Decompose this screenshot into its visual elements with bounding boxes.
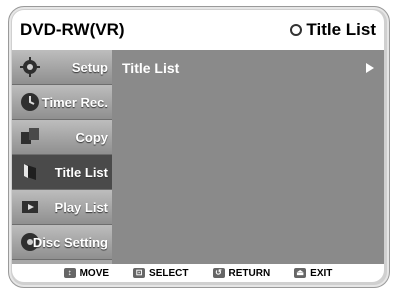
footer-return-label: RETURN bbox=[228, 267, 271, 279]
main-title-list[interactable]: Title List bbox=[122, 60, 179, 76]
sidebar-item-title-list[interactable]: Title List bbox=[12, 155, 112, 190]
gear-icon bbox=[20, 57, 40, 77]
sidebar-item-timer-rec[interactable]: Timer Rec. bbox=[12, 85, 112, 120]
sidebar-item-label: Timer Rec. bbox=[41, 95, 108, 110]
menu-header: DVD-RW(VR) Title List bbox=[12, 10, 384, 50]
radio-icon bbox=[290, 24, 303, 36]
footer-move: ↕ MOVE bbox=[63, 267, 110, 279]
sidebar-item-disc-setting[interactable]: Disc Setting bbox=[12, 225, 112, 260]
footer-select: ⊡ SELECT bbox=[133, 267, 189, 279]
footer-select-label: SELECT bbox=[149, 267, 189, 279]
title-list-icon bbox=[24, 164, 36, 180]
sidebar-item-play-list[interactable]: Play List bbox=[12, 190, 112, 225]
footer-return: ↺ RETURN bbox=[212, 267, 271, 279]
move-icon: ↕ bbox=[63, 268, 76, 278]
footer-exit: ⏏ EXIT bbox=[294, 268, 332, 279]
device-label: DVD-RW(VR) bbox=[20, 20, 125, 39]
copy-icon bbox=[21, 128, 39, 144]
sidebar-item-label: Disc Setting bbox=[32, 235, 108, 250]
dvd-menu-screen: DVD-RW(VR) Title List Setup Timer Rec. C… bbox=[12, 10, 384, 282]
return-icon: ↺ bbox=[212, 268, 225, 278]
sidebar-item-label: Title List bbox=[54, 165, 108, 180]
footer: ↕ MOVE ⊡ SELECT ↺ RETURN ⏏ EXIT bbox=[12, 264, 384, 282]
select-icon: ⊡ bbox=[133, 268, 146, 278]
sidebar-item-label: Copy bbox=[75, 130, 109, 145]
exit-icon: ⏏ bbox=[294, 268, 307, 278]
play-list-icon bbox=[22, 201, 38, 213]
main-panel: Title List bbox=[112, 50, 384, 264]
section-title-text: Title List bbox=[306, 20, 376, 39]
sidebar: Setup Timer Rec. Copy Title List Play Li… bbox=[12, 50, 112, 264]
sidebar-item-label: Play List bbox=[54, 200, 108, 215]
sidebar-item-setup[interactable]: Setup bbox=[12, 50, 112, 85]
footer-move-label: MOVE bbox=[79, 267, 110, 279]
sidebar-item-copy[interactable]: Copy bbox=[12, 120, 112, 155]
arrow-right-icon bbox=[366, 63, 374, 73]
section-title: Title List bbox=[290, 20, 376, 40]
clock-icon bbox=[21, 93, 39, 111]
footer-exit-label: EXIT bbox=[310, 267, 333, 279]
sidebar-item-label: Setup bbox=[71, 60, 108, 75]
